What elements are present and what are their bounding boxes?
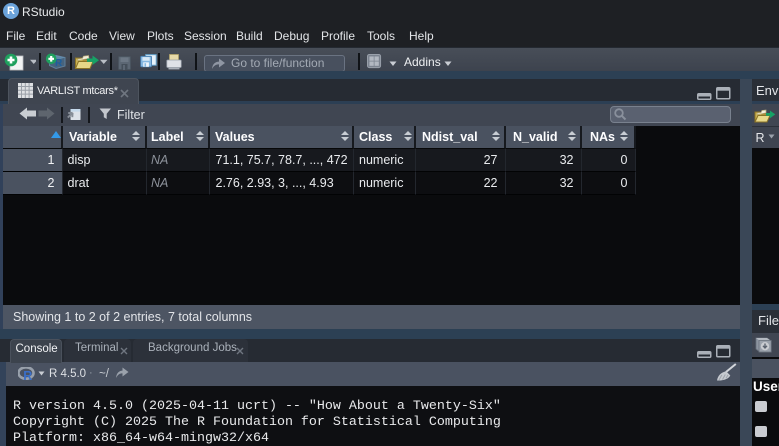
svg-text:R: R (23, 369, 32, 381)
